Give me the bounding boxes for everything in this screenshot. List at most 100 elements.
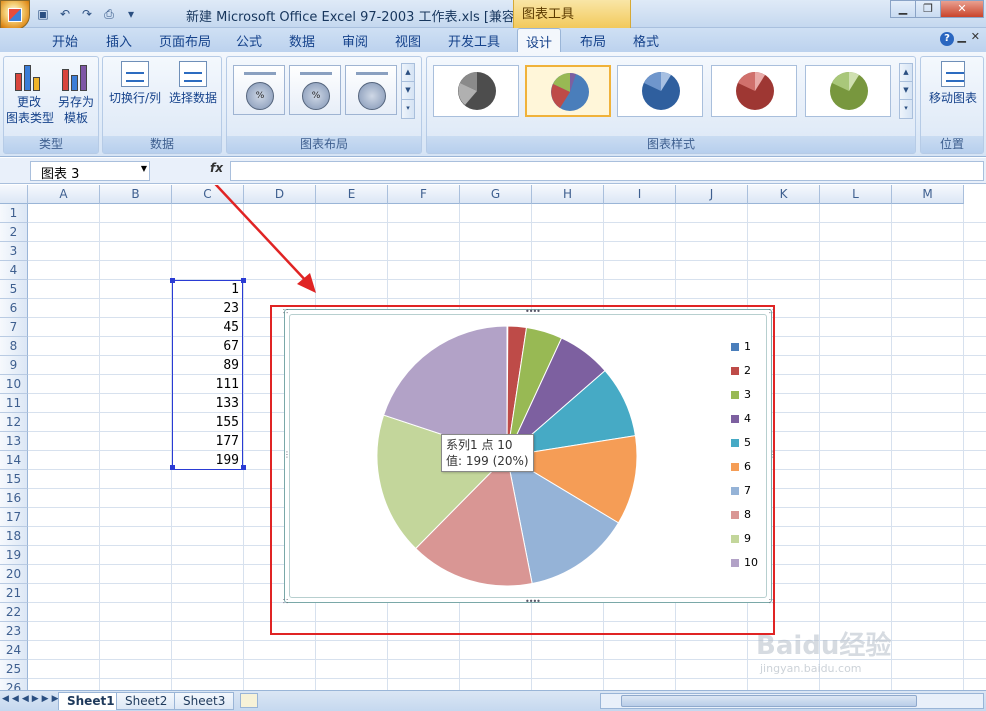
tab-developer[interactable]: 开发工具 — [448, 31, 500, 50]
row-header[interactable]: 10 — [0, 375, 28, 394]
legend-entry[interactable]: 1 — [731, 340, 751, 353]
range-handle[interactable] — [170, 465, 175, 470]
close-button[interactable]: ✕ — [940, 0, 984, 18]
undo-icon[interactable]: ↶ — [56, 5, 74, 23]
tab-formulas[interactable]: 公式 — [236, 31, 262, 50]
row-header[interactable]: 18 — [0, 527, 28, 546]
customize-qat-icon[interactable]: ▾ — [122, 5, 140, 23]
chart-style-option-3[interactable] — [617, 65, 703, 117]
sheet-tab-1[interactable]: Sheet1 — [58, 692, 124, 710]
style-gallery-scroll[interactable]: ▲ ▼ ▾ — [899, 63, 913, 119]
tab-chart-layout[interactable]: 布局 — [580, 31, 606, 50]
legend-entry[interactable]: 3 — [731, 388, 751, 401]
scroll-thumb[interactable] — [621, 695, 917, 707]
row-header[interactable]: 21 — [0, 584, 28, 603]
group-chart-layouts-label: 图表布局 — [227, 136, 421, 153]
redo-icon[interactable]: ↷ — [78, 5, 96, 23]
pie-style-icon — [642, 72, 680, 110]
row-header[interactable]: 11 — [0, 394, 28, 413]
chart-layout-option-2[interactable]: % — [289, 65, 341, 115]
office-button[interactable] — [0, 0, 30, 30]
workbook-close-icon[interactable]: ✕ — [971, 30, 980, 43]
row-header[interactable]: 9 — [0, 356, 28, 375]
tab-page-layout[interactable]: 页面布局 — [159, 31, 211, 50]
tab-design[interactable]: 设计 — [517, 28, 562, 53]
title-bar: ▣ ↶ ↷ ⎙ ▾ 新建 Microsoft Office Excel 97-2… — [0, 0, 986, 30]
print-preview-icon[interactable]: ⎙ — [100, 5, 118, 23]
legend-entry[interactable]: 5 — [731, 436, 751, 449]
move-chart-button[interactable]: 移动图表 — [925, 61, 981, 106]
ribbon-tabs: 开始 插入 页面布局 公式 数据 审阅 视图 开发工具 设计 布局 格式 ? ▁… — [0, 28, 986, 53]
row-header[interactable]: 20 — [0, 565, 28, 584]
horizontal-scrollbar[interactable] — [600, 693, 984, 709]
row-header[interactable]: 7 — [0, 318, 28, 337]
tab-view[interactable]: 视图 — [395, 31, 421, 50]
row-header[interactable]: 24 — [0, 641, 28, 660]
column-header[interactable]: G — [460, 185, 532, 204]
legend-entry[interactable]: 8 — [731, 508, 751, 521]
insert-function-icon[interactable]: fx — [210, 161, 223, 175]
maximize-button[interactable]: ❐ — [915, 0, 941, 18]
insert-sheet-icon[interactable] — [240, 693, 258, 708]
column-header[interactable]: L — [820, 185, 892, 204]
chart-layout-option-1[interactable]: % — [233, 65, 285, 115]
chart-style-option-5[interactable] — [805, 65, 891, 117]
row-header[interactable]: 8 — [0, 337, 28, 356]
save-icon[interactable]: ▣ — [34, 5, 52, 23]
chart-style-option-1[interactable] — [433, 65, 519, 117]
row-header[interactable]: 15 — [0, 470, 28, 489]
tab-home[interactable]: 开始 — [52, 31, 78, 50]
row-header[interactable]: 25 — [0, 660, 28, 679]
column-header[interactable]: H — [532, 185, 604, 204]
row-header[interactable]: 13 — [0, 432, 28, 451]
group-data-label: 数据 — [103, 136, 221, 153]
switch-row-column-button[interactable]: 切换行/列 — [106, 61, 164, 106]
legend-label: 9 — [744, 532, 751, 545]
formula-input[interactable] — [230, 161, 984, 181]
column-header[interactable]: I — [604, 185, 676, 204]
help-icon[interactable]: ? — [940, 32, 954, 46]
tab-insert[interactable]: 插入 — [106, 31, 132, 50]
row-header[interactable]: 12 — [0, 413, 28, 432]
window-title: 新建 Microsoft Office Excel 97-2003 工作表.xl… — [186, 10, 528, 25]
layout-gallery-scroll[interactable]: ▲ ▼ ▾ — [401, 63, 415, 119]
legend-entry[interactable]: 7 — [731, 484, 751, 497]
chart-style-option-2[interactable] — [525, 65, 611, 117]
row-header[interactable]: 17 — [0, 508, 28, 527]
sheet-tab-3[interactable]: Sheet3 — [174, 692, 235, 710]
sheet-tab-2[interactable]: Sheet2 — [116, 692, 177, 710]
row-header[interactable]: 22 — [0, 603, 28, 622]
row-header[interactable]: 16 — [0, 489, 28, 508]
tab-format[interactable]: 格式 — [633, 31, 659, 50]
ribbon-minimize-icon[interactable]: ▁ — [958, 30, 966, 43]
name-box-dropdown-icon[interactable]: ▼ — [141, 164, 147, 173]
chart-style-option-4[interactable] — [711, 65, 797, 117]
legend-entry[interactable]: 4 — [731, 412, 751, 425]
row-header[interactable]: 23 — [0, 622, 28, 641]
row-header[interactable]: 14 — [0, 451, 28, 470]
column-header[interactable]: J — [676, 185, 748, 204]
legend-entry[interactable]: 10 — [731, 556, 758, 569]
pie-layout-icon — [358, 82, 386, 110]
row-header[interactable]: 19 — [0, 546, 28, 565]
sheet-tab-bar: ◀◀◀▶▶▶ Sheet1 Sheet2 Sheet3 — [0, 690, 986, 711]
chart-layout-option-3[interactable] — [345, 65, 397, 115]
column-header[interactable]: K — [748, 185, 820, 204]
legend-swatch — [731, 510, 739, 519]
pie-chart[interactable]: •••• •••• ⋮ ⋮ ∷ ∷ ∷ ∷ 1 2 3 4 5 6 7 8 9 10 系列1 点 10 值: 199 … — [283, 307, 777, 606]
column-header[interactable]: M — [892, 185, 964, 204]
select-data-button[interactable]: 选择数据 — [165, 61, 221, 106]
worksheet[interactable]: A B C D E F G H I J K L M 1 2 3 4 5 6 7 8 9 10 11 12 13 14 15 16 17 18… — [0, 185, 986, 690]
save-as-template-button[interactable]: 另存为 模板 — [54, 61, 98, 126]
tab-review[interactable]: 审阅 — [342, 31, 368, 50]
name-box[interactable]: 图表 3 ▼ — [30, 161, 150, 182]
legend-entry[interactable]: 2 — [731, 364, 751, 377]
legend-entry[interactable]: 9 — [731, 532, 751, 545]
tab-data[interactable]: 数据 — [289, 31, 315, 50]
legend-entry[interactable]: 6 — [731, 460, 751, 473]
range-handle[interactable] — [241, 465, 246, 470]
change-chart-type-button[interactable]: 更改 图表类型 — [6, 61, 54, 126]
minimize-button[interactable]: ▁ — [890, 0, 916, 18]
sheet-nav-arrows-icon[interactable]: ◀◀◀▶▶▶ — [2, 694, 62, 704]
row-header[interactable]: 26 — [0, 679, 28, 690]
